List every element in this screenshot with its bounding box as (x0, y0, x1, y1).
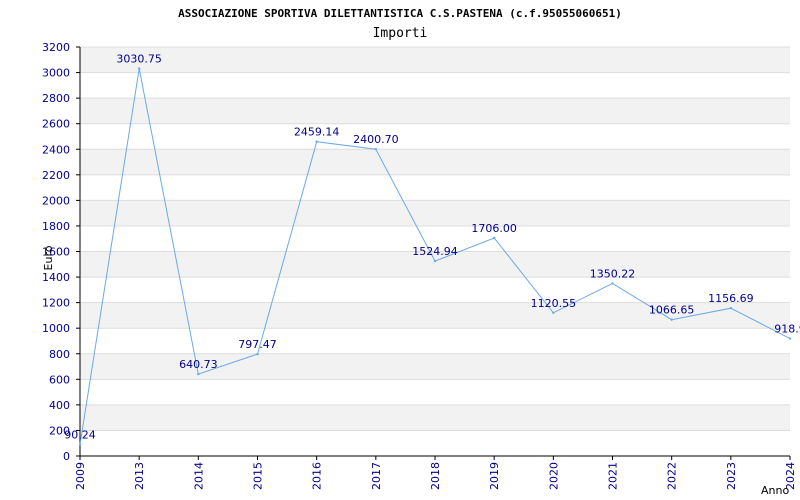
data-label: 1156.69 (708, 292, 754, 305)
x-tick-label: 2014 (192, 462, 205, 490)
x-tick-label: 2017 (370, 462, 383, 490)
data-point (729, 306, 733, 310)
data-label: 90.24 (64, 428, 96, 441)
plot-band (80, 277, 790, 303)
data-point (492, 236, 496, 240)
x-tick-label: 2019 (488, 462, 501, 490)
y-tick-label: 0 (63, 450, 70, 463)
data-point (670, 318, 673, 321)
x-tick-label: 2016 (311, 462, 324, 490)
x-tick-label: 2015 (252, 462, 265, 490)
chart-subtitle: Importi (373, 26, 428, 41)
x-tick-label: 2021 (607, 462, 620, 490)
plot-band (80, 98, 790, 124)
y-tick-label: 2600 (42, 118, 70, 131)
y-tick-label: 3000 (42, 67, 70, 80)
y-tick-label: 3200 (42, 41, 70, 54)
data-point (315, 140, 318, 143)
data-label: 2459.14 (294, 126, 340, 139)
plot-band (80, 200, 790, 226)
x-tick-label: 2022 (666, 462, 679, 490)
y-tick-label: 1000 (42, 322, 70, 335)
plot-band (80, 328, 790, 354)
data-label: 1350.22 (590, 267, 636, 280)
x-axis-label: Anno (761, 484, 789, 497)
y-tick-label: 1200 (42, 297, 70, 310)
plot-band (80, 149, 790, 175)
data-point (374, 147, 378, 151)
data-label: 797.47 (238, 338, 277, 351)
data-label: 1524.94 (412, 245, 458, 258)
plot-band (80, 404, 790, 431)
plot-band (80, 47, 790, 73)
plot-band (80, 123, 790, 150)
x-tick-label: 2020 (547, 462, 560, 490)
data-point (137, 67, 141, 70)
data-label: 1120.55 (531, 297, 577, 310)
y-tick-label: 2200 (42, 169, 70, 182)
plot-band (80, 430, 790, 456)
y-tick-label: 800 (49, 348, 70, 361)
data-point (256, 352, 259, 356)
data-point (197, 372, 200, 376)
data-label: 3030.75 (116, 53, 162, 66)
data-label: 1066.65 (649, 304, 695, 317)
x-tick-label: 2023 (725, 462, 738, 490)
y-tick-label: 1400 (42, 271, 70, 284)
y-tick-label: 2400 (42, 143, 70, 156)
y-tick-label: 600 (49, 373, 70, 386)
y-tick-label: 1800 (42, 220, 70, 233)
data-point (611, 282, 614, 285)
data-point (552, 311, 555, 314)
plot-band (80, 379, 790, 405)
data-label: 2400.70 (353, 133, 399, 146)
x-tick-label: 2013 (133, 462, 146, 490)
data-label: 918.9 (774, 323, 800, 336)
data-point (788, 337, 792, 340)
y-tick-label: 2800 (42, 92, 70, 105)
line-chart: 0200400600800100012001400160018002000220… (42, 7, 800, 497)
data-point (433, 259, 437, 263)
x-tick-label: 2009 (74, 462, 87, 490)
chart-title: ASSOCIAZIONE SPORTIVA DILETTANTISTICA C.… (178, 7, 622, 20)
data-point (78, 443, 82, 446)
y-axis-label: Euro (42, 245, 55, 270)
data-label: 1706.00 (471, 222, 517, 235)
data-label: 640.73 (179, 358, 218, 371)
plot-band (80, 174, 790, 201)
x-tick-label: 2018 (429, 462, 442, 490)
y-tick-label: 400 (49, 399, 70, 412)
plot-band (80, 72, 790, 99)
x-tick-labels: 2009 2013 2014 2015 2016 2017 2018 2019 2020 2021… (74, 462, 797, 490)
y-tick-label: 2000 (42, 194, 70, 207)
